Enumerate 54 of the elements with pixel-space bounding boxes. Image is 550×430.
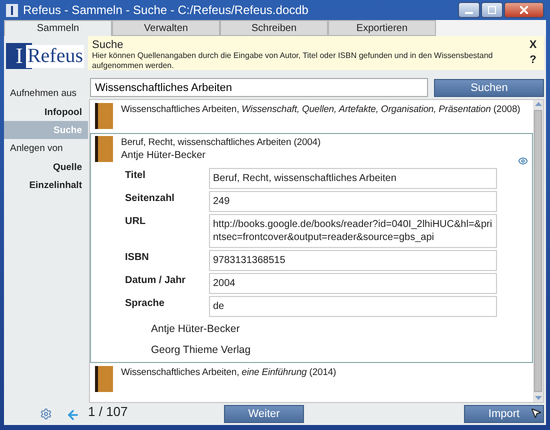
result-title: Beruf, Recht, wissenschaftliches Arbeiten (2004) [121, 137, 321, 148]
book-icon [95, 103, 113, 129]
close-icon [520, 6, 528, 14]
sidebar-section-label: Aufnehmen aus [9, 87, 78, 101]
field-label: ISBN [125, 251, 150, 265]
field-label: Datum / Jahr [125, 274, 187, 288]
info-title: Suche [92, 39, 124, 51]
settings-icon[interactable] [40, 408, 52, 420]
search-field[interactable]: Wissenschaftliches Arbeiten [90, 78, 428, 97]
field-label: URL [125, 215, 147, 229]
sidebar-item[interactable]: Infopool [4, 103, 88, 121]
field-input[interactable]: 249 [209, 191, 497, 212]
field-label: Sprache [125, 297, 166, 311]
result-item[interactable] [90, 133, 533, 363]
sidebar-section-label: Anlegen von [9, 142, 64, 156]
window-title: Refeus - Sammeln - Suche - C:/Refeus/Refeus.docdb [23, 3, 310, 17]
field-input[interactable]: 9783131368515 [209, 250, 497, 271]
field-input[interactable]: http://books.google.de/books/reader?id=040I_2lhiHUC&hl=&printsec=frontcover&output=reader&source=gbs_api [209, 214, 497, 248]
tab[interactable]: Verwalten [112, 20, 220, 36]
help-button[interactable]: ? [530, 54, 536, 66]
result-item[interactable]: Wissenschaftliches Arbeiten, Wissenschaft, Quellen, Artefakte, Organisation, Präsentation (2008) [90, 100, 533, 133]
detail-text: Antje Hüter-Becker [151, 323, 241, 335]
tab[interactable]: Exportieren [328, 20, 436, 36]
detail-text: Georg Thieme Verlag [151, 344, 252, 356]
eye-icon[interactable] [518, 156, 528, 166]
logo: I Refeus [6, 42, 84, 70]
tab[interactable]: Sammeln [4, 20, 112, 36]
maximize-icon [488, 6, 496, 14]
book-icon [95, 136, 113, 162]
minimize-button[interactable] [458, 2, 480, 18]
result-title: Wissenschaftliches Arbeiten, eine Einführung (2014) [121, 367, 336, 378]
tab[interactable]: Schreiben [220, 20, 328, 36]
result-author: Antje Hüter-Becker [121, 150, 206, 161]
mouse-cursor-icon [530, 407, 542, 419]
sidebar-item[interactable]: Quelle [4, 158, 88, 176]
search-button[interactable]: Suchen [434, 78, 544, 96]
field-label: Seitenzahl [125, 192, 176, 206]
maximize-button[interactable] [481, 2, 503, 18]
field-input[interactable]: 2004 [209, 273, 497, 294]
field-label: Titel [125, 169, 146, 183]
close-button[interactable]: X [529, 39, 537, 51]
import-button[interactable]: Import [464, 405, 544, 423]
app-icon [6, 4, 18, 16]
sidebar-item[interactable]: Einzelinhalt [4, 176, 88, 194]
result-counter: 1 / 107 [88, 404, 129, 418]
book-icon [95, 366, 113, 392]
result-item[interactable]: Wissenschaftliches Arbeiten, eine Einführung (2014) [90, 363, 533, 396]
next-button[interactable]: Weiter [224, 405, 304, 423]
result-title: Wissenschaftliches Arbeiten, Wissenschaft, Quellen, Artefakte, Organisation, Präsentation (2008) [121, 104, 520, 115]
close-button[interactable] [504, 2, 544, 18]
field-input[interactable]: Beruf, Recht, wissenschaftliches Arbeiten [209, 168, 497, 189]
field-input[interactable]: de [209, 296, 497, 317]
back-arrow-icon[interactable] [66, 408, 80, 422]
info-text: Hier können Quellenangaben durch die Eingabe von Autor, Titel oder ISBN gefunden und in den Wissensbestand aufgenommen werden. [92, 51, 494, 71]
